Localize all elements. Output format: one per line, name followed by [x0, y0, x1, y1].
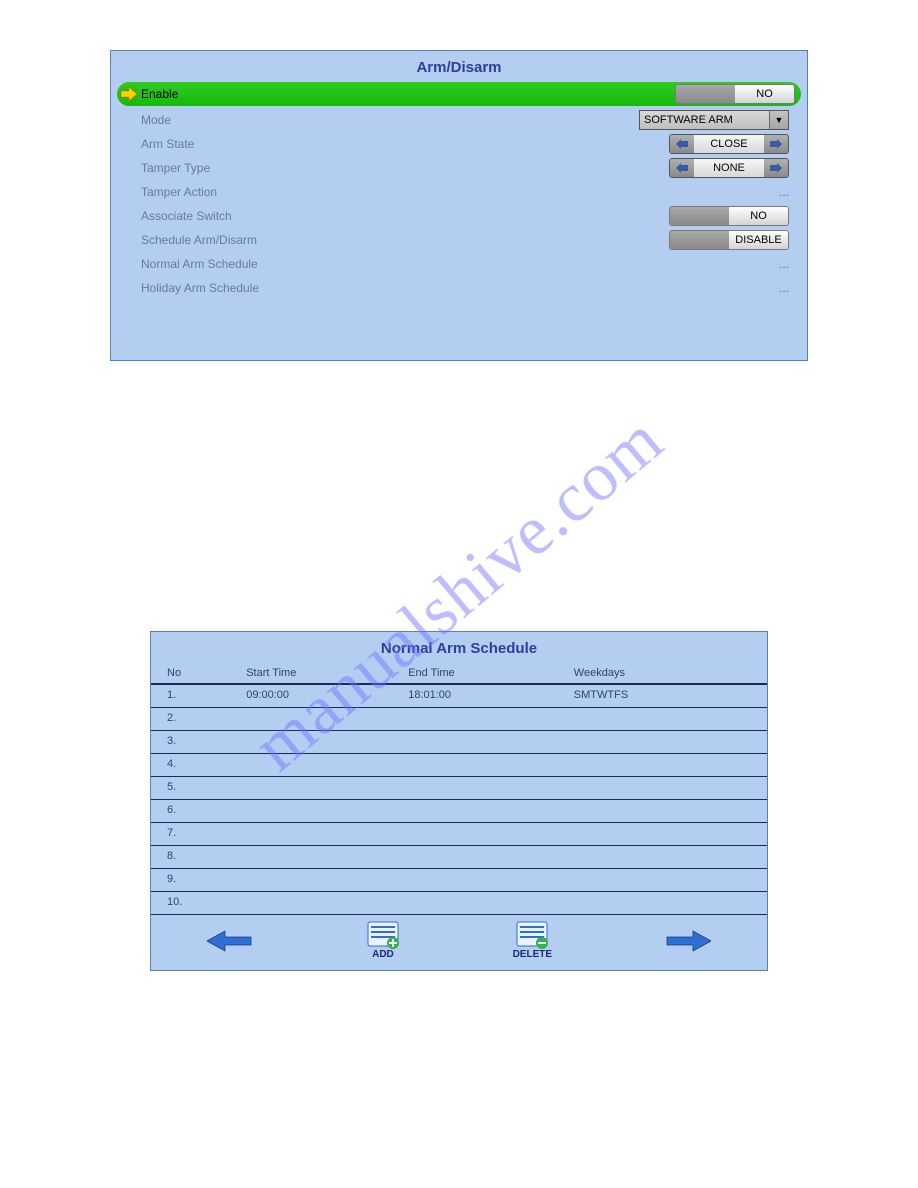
label-normal-arm-schedule: Normal Arm Schedule	[139, 257, 639, 271]
label-holiday-arm-schedule: Holiday Arm Schedule	[139, 281, 639, 295]
cell-weekdays	[574, 712, 767, 726]
arrow-right-icon[interactable]	[764, 159, 788, 177]
cell-end	[384, 781, 574, 795]
label-mode: Mode	[139, 113, 639, 127]
label-schedule-armdisarm: Schedule Arm/Disarm	[139, 233, 639, 247]
schedule-title: Normal Arm Schedule	[151, 632, 767, 663]
pointer-arrow-icon	[121, 87, 139, 101]
cell-no: 4.	[151, 758, 222, 772]
normal-arm-schedule-panel: Normal Arm Schedule No Start Time End Ti…	[150, 631, 768, 971]
cell-no: 2.	[151, 712, 222, 726]
table-row[interactable]: 6.	[151, 800, 767, 823]
cell-no: 10.	[151, 896, 222, 910]
arm-disarm-title: Arm/Disarm	[111, 51, 807, 82]
row-tamper-type[interactable]: Tamper Type NONE	[111, 156, 807, 180]
cell-no: 5.	[151, 781, 222, 795]
cell-weekdays	[574, 850, 767, 864]
cell-end	[384, 896, 574, 910]
cell-start	[222, 758, 384, 772]
table-row[interactable]: 3.	[151, 731, 767, 754]
toggle-enable[interactable]: NO	[645, 84, 795, 104]
arrow-left-icon[interactable]	[670, 159, 694, 177]
cell-no: 3.	[151, 735, 222, 749]
row-normal-arm-schedule[interactable]: Normal Arm Schedule ...	[111, 252, 807, 276]
label-enable: Enable	[139, 87, 645, 101]
cell-weekdays	[574, 804, 767, 818]
back-button[interactable]	[207, 929, 253, 953]
cell-no: 8.	[151, 850, 222, 864]
cell-end: 18:01:00	[384, 689, 574, 703]
cell-no: 7.	[151, 827, 222, 841]
add-button[interactable]: ADD	[366, 921, 400, 960]
table-row[interactable]: 9.	[151, 869, 767, 892]
table-row[interactable]: 5.	[151, 777, 767, 800]
schedule-header: No Start Time End Time Weekdays	[151, 663, 767, 685]
chevron-down-icon: ▼	[769, 111, 788, 129]
arrow-left-icon[interactable]	[670, 135, 694, 153]
schedule-toolbar: ADD DELETE	[151, 915, 767, 970]
table-row[interactable]: 2.	[151, 708, 767, 731]
delete-label: DELETE	[513, 949, 552, 960]
col-weekdays: Weekdays	[574, 667, 767, 679]
cell-weekdays	[574, 781, 767, 795]
cell-start	[222, 781, 384, 795]
label-arm-state: Arm State	[139, 137, 639, 151]
cell-no: 6.	[151, 804, 222, 818]
col-start: Start Time	[222, 667, 384, 679]
value-normal-arm-schedule: ...	[779, 257, 789, 271]
cell-start	[222, 804, 384, 818]
cell-end	[384, 735, 574, 749]
cell-start	[222, 850, 384, 864]
table-row[interactable]: 4.	[151, 754, 767, 777]
toggle-schedule-armdisarm[interactable]: DISABLE	[639, 230, 789, 250]
table-row[interactable]: 1.09:00:0018:01:00SMTWTFS	[151, 685, 767, 708]
add-label: ADD	[372, 949, 394, 960]
next-button[interactable]	[665, 929, 711, 953]
spinner-tamper-type[interactable]: NONE	[639, 158, 789, 178]
cell-no: 9.	[151, 873, 222, 887]
table-row[interactable]: 10.	[151, 892, 767, 915]
cell-end	[384, 804, 574, 818]
arm-disarm-panel: Arm/Disarm Enable NO Mode SOFTWARE ARM▼ …	[110, 50, 808, 361]
cell-start	[222, 873, 384, 887]
cell-start	[222, 735, 384, 749]
label-tamper-type: Tamper Type	[139, 161, 639, 175]
table-row[interactable]: 8.	[151, 846, 767, 869]
arrow-right-icon[interactable]	[764, 135, 788, 153]
spinner-arm-state[interactable]: CLOSE	[639, 134, 789, 154]
col-end: End Time	[384, 667, 574, 679]
cell-end	[384, 758, 574, 772]
cell-weekdays	[574, 735, 767, 749]
table-row[interactable]: 7.	[151, 823, 767, 846]
cell-end	[384, 712, 574, 726]
cell-start: 09:00:00	[222, 689, 384, 703]
delete-button[interactable]: DELETE	[513, 921, 552, 960]
cell-weekdays	[574, 873, 767, 887]
cell-end	[384, 850, 574, 864]
cell-no: 1.	[151, 689, 222, 703]
toggle-associate-switch[interactable]: NO	[639, 206, 789, 226]
row-schedule-armdisarm[interactable]: Schedule Arm/Disarm DISABLE	[111, 228, 807, 252]
label-associate-switch: Associate Switch	[139, 209, 639, 223]
row-mode[interactable]: Mode SOFTWARE ARM▼	[111, 108, 807, 132]
cell-end	[384, 873, 574, 887]
row-arm-state[interactable]: Arm State CLOSE	[111, 132, 807, 156]
cell-weekdays	[574, 758, 767, 772]
cell-start	[222, 712, 384, 726]
label-tamper-action: Tamper Action	[139, 185, 639, 199]
row-holiday-arm-schedule[interactable]: Holiday Arm Schedule ...	[111, 276, 807, 300]
cell-weekdays: SMTWTFS	[574, 689, 767, 703]
cell-start	[222, 827, 384, 841]
dropdown-mode[interactable]: SOFTWARE ARM▼	[639, 110, 789, 130]
row-associate-switch[interactable]: Associate Switch NO	[111, 204, 807, 228]
row-enable[interactable]: Enable NO	[117, 82, 801, 106]
cell-weekdays	[574, 896, 767, 910]
cell-weekdays	[574, 827, 767, 841]
cell-start	[222, 896, 384, 910]
row-tamper-action[interactable]: Tamper Action ...	[111, 180, 807, 204]
cell-end	[384, 827, 574, 841]
col-no: No	[151, 667, 222, 679]
value-holiday-arm-schedule: ...	[779, 281, 789, 295]
value-tamper-action: ...	[779, 185, 789, 199]
